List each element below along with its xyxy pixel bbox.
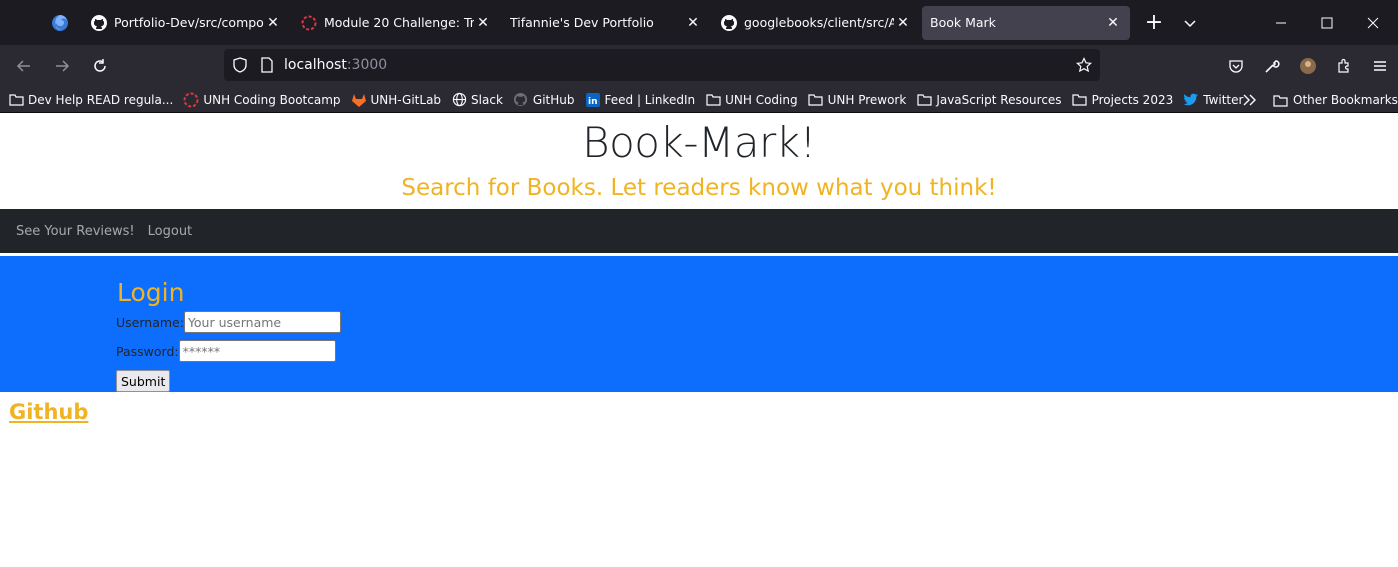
wrench-icon[interactable] bbox=[1254, 50, 1290, 82]
bookmark-item[interactable]: GitHub bbox=[513, 92, 575, 108]
pocket-icon[interactable] bbox=[1218, 50, 1254, 82]
tab-title: Tifannie's Dev Portfolio bbox=[510, 15, 654, 30]
bookmark-item[interactable]: UNH Prework bbox=[808, 92, 907, 108]
site-subtitle: Search for Books. Let readers know what … bbox=[401, 175, 997, 201]
tab-book-mark[interactable]: Book Mark ✕ bbox=[922, 5, 1130, 40]
linkedin-icon: in bbox=[585, 92, 601, 108]
folder-icon bbox=[808, 92, 824, 108]
gitlab-icon bbox=[351, 92, 367, 108]
other-bookmarks-label: Other Bookmarks bbox=[1293, 93, 1398, 107]
new-tab-icon[interactable]: + bbox=[1136, 6, 1172, 40]
globe-icon bbox=[451, 92, 467, 108]
bookmark-item[interactable]: in Feed | LinkedIn bbox=[585, 92, 696, 108]
bookmark-label: JavaScript Resources bbox=[936, 92, 1062, 107]
reload-icon[interactable] bbox=[82, 50, 118, 82]
chevron-down-icon[interactable] bbox=[1172, 6, 1208, 40]
close-window-icon[interactable] bbox=[1350, 0, 1396, 45]
tab-portfolio[interactable]: Portfolio-Dev/src/components ✕ bbox=[82, 6, 290, 40]
github-link[interactable]: Github bbox=[9, 400, 88, 424]
username-row: Username: bbox=[116, 311, 341, 333]
page-content: Book-Mark! Search for Books. Let readers… bbox=[0, 114, 1398, 567]
page-icon bbox=[260, 57, 274, 73]
bookmarks-bar: Dev Help READ regula... UNH Coding Bootc… bbox=[0, 87, 1398, 113]
github-icon bbox=[720, 14, 738, 32]
bookmark-label: UNH Prework bbox=[827, 92, 907, 107]
bookmark-item[interactable]: Dev Help READ regula... bbox=[8, 92, 173, 108]
tab-title: Book Mark bbox=[930, 15, 996, 30]
folder-icon bbox=[1273, 92, 1289, 108]
folder-icon bbox=[8, 92, 24, 108]
bookmark-item[interactable]: Projects 2023 bbox=[1072, 92, 1174, 108]
github-icon bbox=[513, 92, 529, 108]
bootcamp-icon bbox=[300, 14, 318, 32]
other-bookmarks[interactable]: Other Bookmarks bbox=[1273, 87, 1398, 113]
bookmark-label: UNH Coding bbox=[725, 92, 798, 107]
bookmark-item[interactable]: Slack bbox=[451, 92, 503, 108]
folder-icon bbox=[705, 92, 721, 108]
tab-title: googlebooks/client/src/App bbox=[744, 15, 894, 30]
site-nav: See Your Reviews! Logout bbox=[0, 209, 1398, 253]
close-icon[interactable]: ✕ bbox=[894, 14, 912, 32]
maximize-icon[interactable] bbox=[1304, 0, 1350, 45]
svg-text:in: in bbox=[588, 97, 598, 107]
nav-logout[interactable]: Logout bbox=[148, 224, 193, 239]
bookmark-label: Dev Help READ regula... bbox=[28, 92, 174, 107]
bookmark-item[interactable]: UNH Coding bbox=[705, 92, 798, 108]
bookmark-label: GitHub bbox=[532, 92, 575, 107]
url-bar[interactable]: localhost:3000 bbox=[224, 49, 1100, 81]
forward-arrow-icon[interactable] bbox=[44, 50, 80, 82]
star-icon[interactable] bbox=[1076, 57, 1092, 73]
bookmark-label: Projects 2023 bbox=[1091, 92, 1174, 107]
close-icon[interactable]: ✕ bbox=[474, 14, 492, 32]
tab-title: Module 20 Challenge: Truman bbox=[324, 15, 474, 30]
more-bookmarks-icon[interactable] bbox=[1243, 87, 1257, 113]
firefox-icon[interactable] bbox=[38, 0, 82, 45]
tab-dev-portfolio[interactable]: Tifannie's Dev Portfolio ✕ bbox=[502, 6, 710, 40]
site-title: Book-Mark! bbox=[582, 118, 816, 167]
login-heading: Login bbox=[117, 278, 185, 307]
back-arrow-icon[interactable] bbox=[6, 50, 42, 82]
toolbar-icons bbox=[1218, 45, 1398, 87]
close-icon[interactable]: ✕ bbox=[684, 14, 702, 32]
username-input[interactable] bbox=[183, 311, 341, 333]
url-text: localhost:3000 bbox=[284, 57, 387, 73]
submit-button[interactable]: Submit bbox=[116, 370, 171, 392]
avatar-icon[interactable] bbox=[1290, 50, 1326, 82]
url-port: :3000 bbox=[346, 57, 388, 73]
bootcamp-icon bbox=[183, 92, 199, 108]
browser-nav-bar: localhost:3000 bbox=[0, 45, 1398, 87]
github-icon bbox=[90, 14, 108, 32]
bookmark-label: Feed | LinkedIn bbox=[604, 92, 696, 107]
bookmark-label: UNH Coding Bootcamp bbox=[203, 92, 341, 107]
close-icon[interactable]: ✕ bbox=[264, 14, 282, 32]
tab-title: Portfolio-Dev/src/components bbox=[114, 15, 264, 30]
url-host: localhost bbox=[284, 57, 347, 73]
bookmark-label: UNH-GitLab bbox=[370, 92, 442, 107]
bookmark-label: Twitter bbox=[1203, 92, 1244, 107]
tab-module-20[interactable]: Module 20 Challenge: Truman ✕ bbox=[292, 6, 500, 40]
password-row: Password: bbox=[116, 340, 336, 362]
bookmark-item[interactable]: Twitter bbox=[1183, 92, 1243, 108]
bookmark-item[interactable]: UNH-GitLab bbox=[351, 92, 442, 108]
username-label: Username: bbox=[116, 314, 184, 330]
extensions-icon[interactable] bbox=[1326, 50, 1362, 82]
password-input[interactable] bbox=[178, 340, 336, 362]
bookmark-label: Slack bbox=[471, 92, 503, 107]
password-label: Password: bbox=[116, 343, 179, 359]
tab-googlebooks[interactable]: googlebooks/client/src/App ✕ bbox=[712, 6, 920, 40]
close-icon[interactable]: ✕ bbox=[1104, 14, 1122, 32]
login-panel: Login Username: Password: Submit bbox=[0, 256, 1398, 392]
folder-icon bbox=[916, 92, 932, 108]
bookmark-item[interactable]: JavaScript Resources bbox=[916, 92, 1062, 108]
menu-icon[interactable] bbox=[1362, 50, 1398, 82]
folder-icon bbox=[1072, 92, 1088, 108]
shield-icon[interactable] bbox=[232, 57, 248, 73]
bookmark-item[interactable]: UNH Coding Bootcamp bbox=[183, 92, 341, 108]
nav-see-reviews[interactable]: See Your Reviews! bbox=[16, 224, 135, 239]
browser-tab-bar: Portfolio-Dev/src/components ✕ Module 20… bbox=[0, 0, 1398, 45]
minimize-icon[interactable] bbox=[1258, 0, 1304, 45]
twitter-icon bbox=[1183, 92, 1199, 108]
